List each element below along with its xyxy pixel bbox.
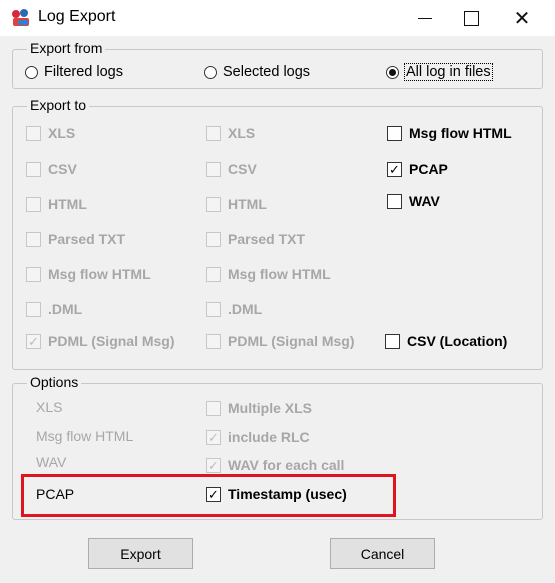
export-col1-html[interactable]: HTML <box>26 196 87 212</box>
checkbox-label: CSV <box>48 161 77 177</box>
checkbox-label: PDML (Signal Msg) <box>48 333 175 349</box>
checkmark-icon: ✓ <box>389 161 400 177</box>
minimize-button[interactable] <box>401 0 449 36</box>
checkbox[interactable] <box>26 301 41 317</box>
checkbox-label: Parsed TXT <box>228 231 306 247</box>
checkbox[interactable] <box>26 231 41 247</box>
checkbox[interactable] <box>206 161 221 177</box>
highlight-box <box>21 474 396 517</box>
export-col1-parsed-txt[interactable]: Parsed TXT <box>26 231 125 247</box>
export-button[interactable]: Export <box>88 538 193 569</box>
maximize-icon <box>463 10 479 26</box>
checkbox-label: CSV (Location) <box>407 333 508 349</box>
radio-circle[interactable] <box>386 65 399 79</box>
export-col2-dml[interactable]: .DML <box>206 301 262 317</box>
radio-all-log-in-files[interactable]: All log in files <box>386 63 493 81</box>
export-from-label: Export from <box>27 41 106 56</box>
checkbox[interactable] <box>206 333 221 349</box>
radio-filtered-logs[interactable]: Filtered logs <box>25 64 123 80</box>
radio-circle[interactable] <box>204 65 217 79</box>
radio-label: Filtered logs <box>44 64 123 80</box>
checkmark-icon: ✓ <box>28 333 39 349</box>
export-col1-msg-flow-html[interactable]: Msg flow HTML <box>26 266 151 282</box>
export-col2-parsed-txt[interactable]: Parsed TXT <box>206 231 305 247</box>
checkbox[interactable] <box>206 301 221 317</box>
log-export-app-icon <box>10 8 32 28</box>
minimize-icon <box>418 17 432 19</box>
checkbox[interactable] <box>387 193 402 209</box>
export-col1-pdml[interactable]: ✓ PDML (Signal Msg) <box>26 333 175 349</box>
checkbox-label: include RLC <box>228 429 310 445</box>
checkbox[interactable]: ✓ <box>206 457 221 473</box>
checkbox-label: .DML <box>228 301 263 317</box>
checkmark-icon: ✓ <box>208 457 219 473</box>
export-to-label: Export to <box>27 98 90 113</box>
option-multiple-xls[interactable]: Multiple XLS <box>206 400 312 416</box>
checkbox-label: Parsed TXT <box>48 231 126 247</box>
export-csv-location[interactable]: CSV (Location) <box>385 333 507 349</box>
checkbox-label: HTML <box>228 196 267 212</box>
export-col2-pdml[interactable]: PDML (Signal Msg) <box>206 333 355 349</box>
export-col1-xls[interactable]: XLS <box>26 125 75 141</box>
option-wav-for-each-call[interactable]: ✓ WAV for each call <box>206 457 344 473</box>
option-include-rlc[interactable]: ✓ include RLC <box>206 429 310 445</box>
export-pcap[interactable]: ✓ PCAP <box>387 161 448 177</box>
close-icon: ✕ <box>513 7 531 30</box>
close-button[interactable]: ✕ <box>498 0 546 36</box>
checkbox[interactable] <box>26 161 41 177</box>
checkbox[interactable] <box>206 400 221 416</box>
checkbox-label: .DML <box>48 301 83 317</box>
checkbox-label: XLS <box>48 125 76 141</box>
export-col1-dml[interactable]: .DML <box>26 301 82 317</box>
window-title: Log Export <box>38 8 116 25</box>
checkbox[interactable] <box>206 231 221 247</box>
export-col2-html[interactable]: HTML <box>206 196 267 212</box>
checkbox[interactable] <box>206 266 221 282</box>
export-col2-msg-flow-html[interactable]: Msg flow HTML <box>206 266 331 282</box>
checkbox-label: CSV <box>228 161 257 177</box>
checkbox-label: Multiple XLS <box>228 400 312 416</box>
export-wav[interactable]: WAV <box>387 193 440 209</box>
cancel-button[interactable]: Cancel <box>330 538 435 569</box>
checkbox[interactable] <box>26 266 41 282</box>
checkbox[interactable]: ✓ <box>26 333 41 349</box>
radio-label: All log in files <box>404 63 493 81</box>
checkbox-label: XLS <box>228 125 256 141</box>
checkbox[interactable] <box>26 196 41 212</box>
checkbox-label: WAV <box>409 193 440 209</box>
checkbox-label: HTML <box>48 196 87 212</box>
checkbox-label: Msg flow HTML <box>409 125 512 141</box>
checkbox[interactable] <box>206 196 221 212</box>
radio-selected-logs[interactable]: Selected logs <box>204 64 310 80</box>
option-name-xls: XLS <box>36 399 63 415</box>
checkbox[interactable] <box>387 125 402 141</box>
radio-label: Selected logs <box>223 64 311 80</box>
radio-circle[interactable] <box>25 65 38 79</box>
options-label: Options <box>27 375 82 390</box>
checkbox-label: PCAP <box>409 161 448 177</box>
checkbox-label: Msg flow HTML <box>48 266 151 282</box>
checkbox[interactable]: ✓ <box>206 429 221 445</box>
radio-selected-dot <box>389 68 396 76</box>
checkbox-label: Msg flow HTML <box>228 266 331 282</box>
checkbox[interactable] <box>385 333 400 349</box>
checkbox-label: WAV for each call <box>228 457 345 473</box>
checkbox-label: PDML (Signal Msg) <box>228 333 355 349</box>
export-col2-csv[interactable]: CSV <box>206 161 257 177</box>
export-col1-csv[interactable]: CSV <box>26 161 77 177</box>
checkbox[interactable] <box>206 125 221 141</box>
option-name-msg-flow-html: Msg flow HTML <box>36 428 134 444</box>
maximize-button[interactable] <box>447 0 495 36</box>
checkbox[interactable]: ✓ <box>387 161 402 177</box>
export-col2-xls[interactable]: XLS <box>206 125 255 141</box>
checkmark-icon: ✓ <box>208 429 219 445</box>
option-name-wav: WAV <box>36 454 67 470</box>
export-msg-flow-html[interactable]: Msg flow HTML <box>387 125 512 141</box>
checkbox[interactable] <box>26 125 41 141</box>
